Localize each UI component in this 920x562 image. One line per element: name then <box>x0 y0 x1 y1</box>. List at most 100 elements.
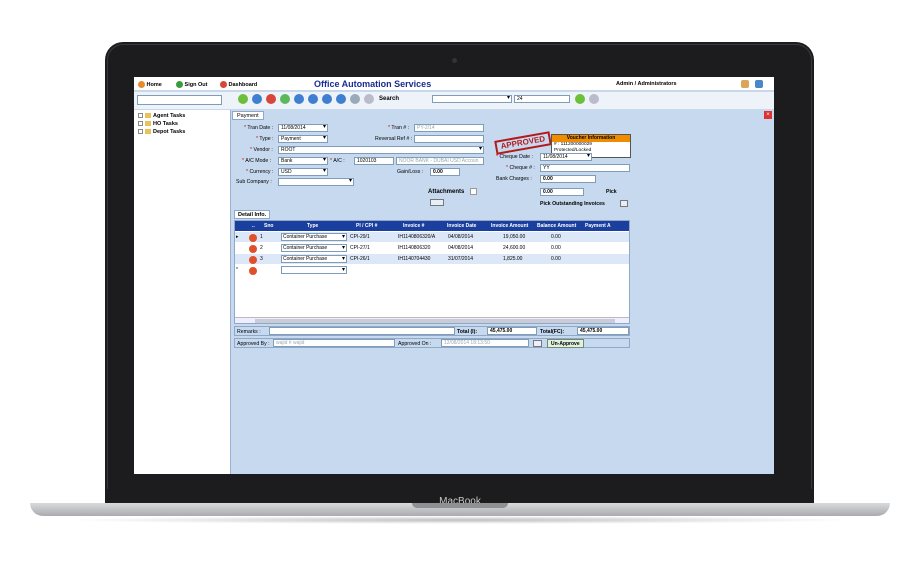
home-link[interactable]: Home <box>138 81 162 88</box>
search-input[interactable] <box>432 95 512 103</box>
pick-button[interactable]: Pick <box>606 189 617 195</box>
horizontal-scrollbar[interactable] <box>235 317 629 323</box>
sidebar-search-input[interactable] <box>137 95 222 105</box>
column-header: Invoice Date <box>447 223 477 229</box>
cell-amount: 24,600.00 <box>503 245 526 251</box>
remarks-field[interactable] <box>269 327 455 335</box>
table-row[interactable]: 2 Container Purchase CPI-27/1 IH11408063… <box>235 243 629 253</box>
payment-form: * Tran Date : 11/08/2014 * Type : Paymen… <box>234 122 632 207</box>
cell-invoice: IH1140704430 <box>398 256 431 262</box>
nav-arrows-icon[interactable] <box>430 199 444 206</box>
sidebar-item-ho-tasks[interactable]: HO Tasks <box>138 121 178 127</box>
new-row[interactable]: * <box>235 265 629 275</box>
ac-field[interactable]: 1020103 <box>354 157 394 165</box>
cell-type-select[interactable] <box>281 266 347 274</box>
currency-select[interactable]: USD <box>278 168 328 176</box>
cell-balance: 0.00 <box>551 234 561 240</box>
first-icon[interactable] <box>294 94 304 104</box>
ac-mode-select[interactable]: Bank <box>278 157 328 165</box>
column-header: Payment A <box>585 223 611 229</box>
disk-icon[interactable] <box>252 94 262 104</box>
cell-type-select[interactable]: Container Purchase <box>281 255 347 263</box>
pick-outstanding-label: Pick Outstanding Invoices <box>540 201 605 207</box>
delete-icon[interactable] <box>266 94 276 104</box>
go-icon[interactable] <box>575 94 585 104</box>
next-icon[interactable] <box>322 94 332 104</box>
cell-amount: 1,825.00 <box>503 256 523 262</box>
bank-charges-label: Bank Charges : <box>496 176 532 182</box>
type-label: * Type : <box>256 136 274 142</box>
column-header: Invoice Amount <box>491 223 529 229</box>
table-row[interactable]: 3 Container Purchase CPI-26/1 IH11407044… <box>235 254 629 264</box>
sign-out-icon <box>176 81 183 88</box>
cheque-no-field[interactable]: YY <box>540 164 630 172</box>
cell-type-select[interactable]: Container Purchase <box>281 244 347 252</box>
unapprove-button[interactable]: Un-Approve <box>547 339 584 348</box>
row-pointer-icon: ▸ <box>236 234 239 240</box>
page-select[interactable]: 24 <box>514 95 570 103</box>
tran-no-label: * Tran # : <box>388 125 410 131</box>
tab-payment[interactable]: Payment <box>232 111 264 120</box>
print-icon[interactable] <box>350 94 360 104</box>
ac-name-field: NOOR BANK - DUBAI USD Accoun <box>396 157 484 165</box>
calendar-icon[interactable] <box>533 340 542 347</box>
cheque-no-label: * Cheque # : <box>506 165 535 171</box>
cell-sno: 3 <box>260 256 263 262</box>
cheque-date-field[interactable]: 11/08/2014 <box>540 153 592 161</box>
tab-detail-info[interactable]: Detail Info. <box>234 210 271 219</box>
cell-date: 04/08/2014 <box>448 234 474 240</box>
bank-charges-field[interactable]: 0.00 <box>540 175 596 183</box>
save-icon[interactable] <box>238 94 248 104</box>
attachment-icon[interactable] <box>470 188 477 195</box>
find-icon[interactable] <box>364 94 374 104</box>
user-label: Admin / Administrators <box>616 81 677 87</box>
sign-out-link[interactable]: Sign Out <box>176 81 207 88</box>
folder-icon <box>145 129 151 135</box>
delete-row-icon[interactable] <box>249 256 257 264</box>
voucher-header: Voucher Information <box>552 135 630 142</box>
user-icon[interactable] <box>741 80 749 88</box>
cheque-date-label: * Cheque Date : <box>496 154 533 160</box>
close-icon[interactable]: × <box>764 111 772 119</box>
refresh-icon[interactable] <box>280 94 290 104</box>
cell-date: 31/07/2014 <box>448 256 474 262</box>
clear-icon[interactable] <box>589 94 599 104</box>
column-header: Type <box>307 223 319 229</box>
main-content: Payment × * Tran Date : 11/08/2014 * Typ… <box>232 110 774 474</box>
expand-icon[interactable] <box>755 80 763 88</box>
pick-outstanding-icon[interactable] <box>620 200 628 207</box>
sidebar-item-depot-tasks[interactable]: Depot Tasks <box>138 129 185 135</box>
dashboard-link[interactable]: Dashboard <box>220 81 257 88</box>
tran-date-field[interactable]: 11/08/2014 <box>278 124 328 132</box>
cell-type-select[interactable]: Container Purchase <box>281 233 347 241</box>
delete-row-icon[interactable] <box>249 234 257 242</box>
column-header: Balance Amount <box>537 223 577 229</box>
sub-company-select[interactable] <box>278 178 354 186</box>
grid-header: .. Sno Type PI / CPI # Invoice # Invoice… <box>235 221 629 231</box>
app-title: Office Automation Services <box>314 79 432 89</box>
prev-icon[interactable] <box>308 94 318 104</box>
type-select[interactable]: Payment <box>278 135 328 143</box>
new-row-marker: * <box>236 267 238 273</box>
reversal-field[interactable] <box>414 135 484 143</box>
total-fc-label: Total(FC): <box>540 329 565 335</box>
gain-loss-label: Gain/Loss : <box>397 169 424 175</box>
laptop-shadow <box>60 516 860 524</box>
vendor-select[interactable]: ROOT <box>278 146 484 154</box>
pick-amount-field[interactable]: 0.00 <box>540 188 584 196</box>
reversal-label: Reversal Ref # : <box>375 136 413 142</box>
folder-icon <box>145 121 151 127</box>
totals-row: Remarks : Total (I): 45,475.00 Total(FC)… <box>234 326 630 336</box>
last-icon[interactable] <box>336 94 346 104</box>
approval-row: Approved By : wajid # wajid Approved On … <box>234 338 630 348</box>
cell-date: 04/08/2014 <box>448 245 474 251</box>
cell-sno: 2 <box>260 245 263 251</box>
camera-icon <box>452 58 457 63</box>
cell-amount: 19,050.00 <box>503 234 526 240</box>
total-fc-field: 45,475.00 <box>577 327 629 335</box>
sidebar-item-agent-tasks[interactable]: Agent Tasks <box>138 113 185 119</box>
table-row[interactable]: ▸ 1 Container Purchase CPI-29/1 IH114080… <box>235 232 629 242</box>
delete-row-icon[interactable] <box>249 245 257 253</box>
dashboard-icon <box>220 81 227 88</box>
delete-row-icon[interactable] <box>249 267 257 275</box>
